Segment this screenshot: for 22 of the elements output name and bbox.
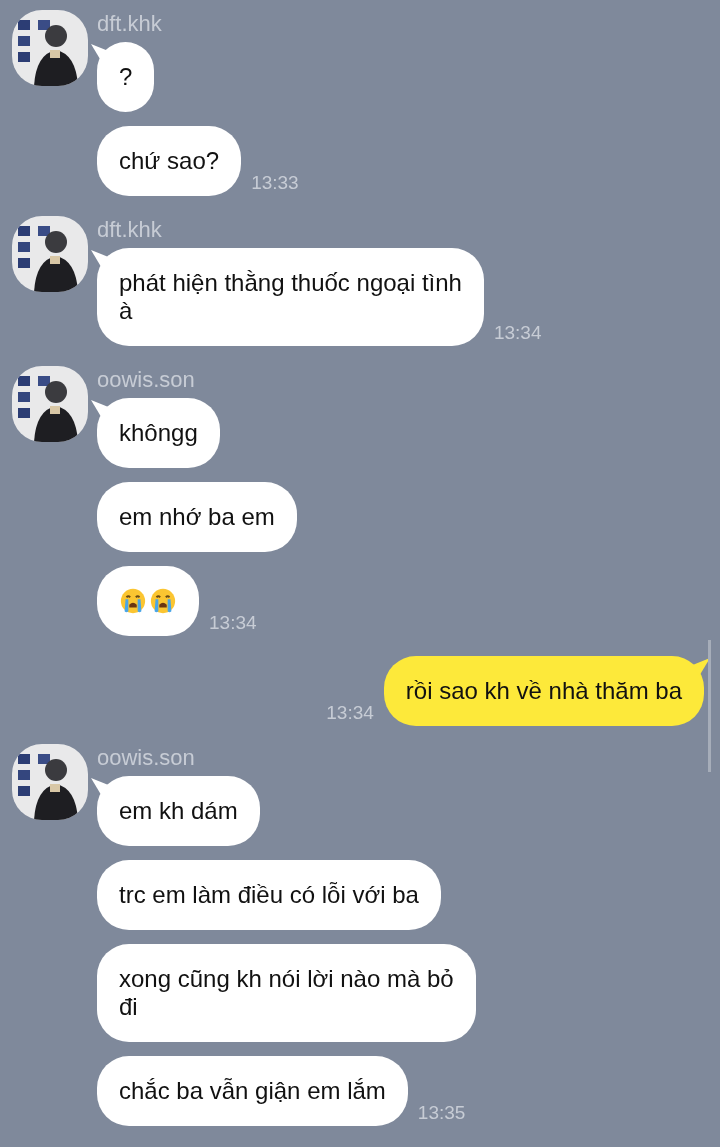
message-bubble: ? bbox=[97, 42, 155, 112]
message-bubble: trc em làm điều có lỗi với ba bbox=[97, 860, 441, 930]
message-time: 13:34 bbox=[209, 612, 257, 634]
message-bubble: em kh dám bbox=[97, 776, 260, 846]
message-bubble: rồi sao kh về nhà thăm ba bbox=[383, 656, 704, 726]
crying-face-icon bbox=[149, 587, 177, 615]
sender-name: dft.khk bbox=[97, 216, 163, 244]
message-bubble: xong cũng kh nói lời nào mà bỏ đi bbox=[97, 944, 476, 1042]
message-time: 13:33 bbox=[251, 172, 299, 194]
message-bubble: khôngg bbox=[97, 398, 220, 468]
message-time: 13:35 bbox=[417, 1102, 466, 1124]
crying-face-icon bbox=[119, 587, 147, 615]
sender-name: oowis.son bbox=[97, 744, 196, 772]
scrollbar[interactable] bbox=[708, 640, 711, 772]
message-bubble: em nhớ ba em bbox=[97, 482, 297, 552]
message-time: 13:34 bbox=[326, 702, 374, 724]
message-bubble: phát hiện thằng thuốc ngoại tình à bbox=[97, 248, 484, 346]
sender-name: dft.khk bbox=[97, 10, 163, 38]
message-bubble: chắc ba vẫn giận em lắm bbox=[97, 1056, 408, 1126]
sender-name: oowis.son bbox=[97, 366, 196, 394]
message-time: 13:34 bbox=[493, 322, 542, 344]
message-bubble: chứ sao? bbox=[97, 126, 242, 196]
